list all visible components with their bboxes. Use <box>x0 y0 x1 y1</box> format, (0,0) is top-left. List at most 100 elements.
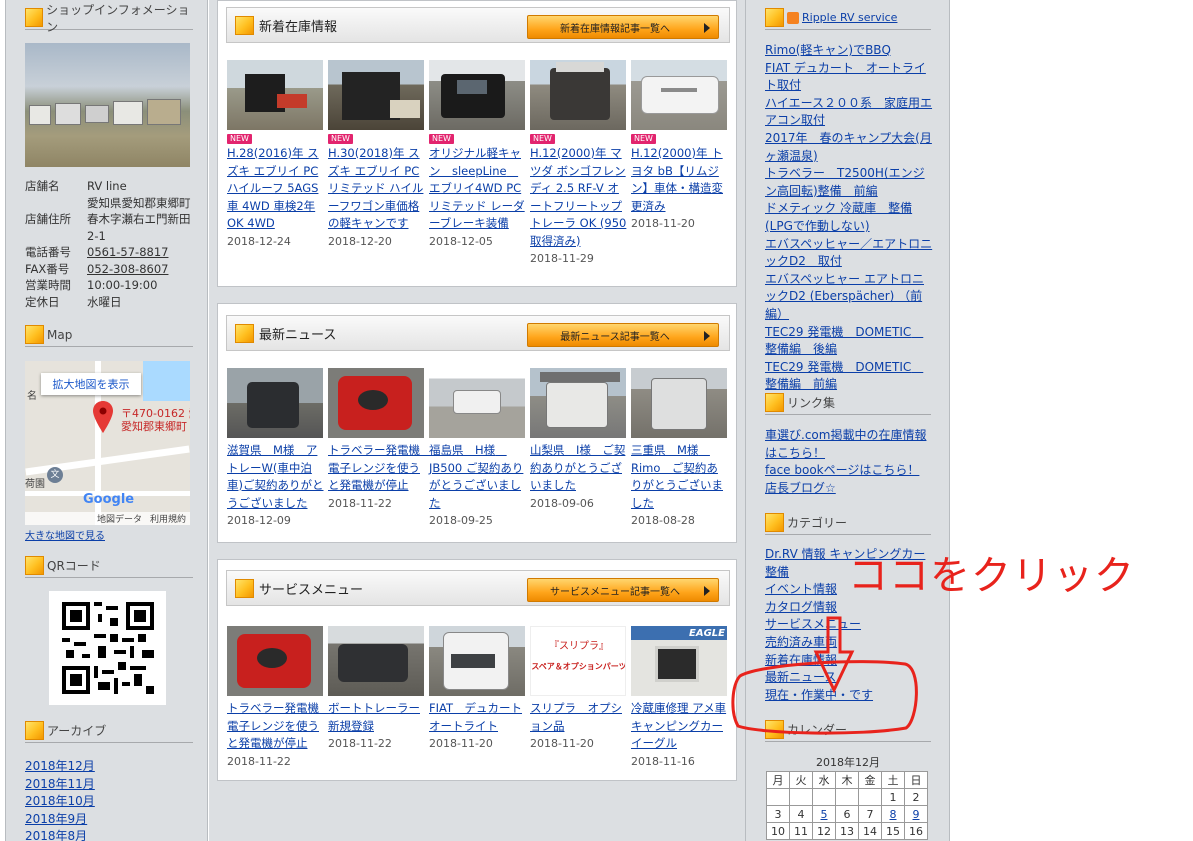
category-link[interactable]: カタログ情報 <box>765 599 933 617</box>
calendar-table: 月 火 水 木 金 土 日 1 2 3 4 5 6 7 8 9 10 11 12… <box>766 771 928 840</box>
calendar-month: 2018年12月 <box>816 756 880 769</box>
item-title-link[interactable]: 三重県 M様 Rimo ご契約ありがとうございました <box>631 442 728 512</box>
item-thumbnail[interactable] <box>530 60 626 130</box>
external-link[interactable]: face bookページはこちら！ <box>765 462 933 480</box>
item-thumbnail[interactable] <box>631 60 727 130</box>
item-thumbnail[interactable] <box>429 60 525 130</box>
rss-item-link[interactable]: エバスペッヒャー／エアトロニックD2 取付 <box>765 236 933 271</box>
external-link[interactable]: 店長ブログ☆ <box>765 480 933 498</box>
external-link[interactable]: 車選び.com掲載中の在庫情報はこちら！ <box>765 427 933 462</box>
item-title-link[interactable]: オリジナル軽キャン sleepLine エブリイ4WD PCリミテッド レーダー… <box>429 145 526 233</box>
rss-heading-link[interactable]: Ripple RV service <box>802 11 897 24</box>
links-heading: リンク集 <box>765 391 931 415</box>
fax-link[interactable]: 052-308-8607 <box>87 261 193 278</box>
item-date: 2018-09-25 <box>429 514 493 527</box>
map-address-line: 〒470-0162 愛 <box>121 407 190 420</box>
info-value: 水曜日 <box>87 294 122 309</box>
item-thumbnail[interactable] <box>429 626 525 696</box>
rss-item-link[interactable]: TEC29 発電機 DOMETIC 整備編 前編 <box>765 359 933 394</box>
archive-link[interactable]: 2018年9月 <box>25 811 95 829</box>
rss-item-link[interactable]: Rimo(軽キャン)でBBQ <box>765 42 933 60</box>
day-link[interactable]: 8 <box>881 805 905 823</box>
phone-link[interactable]: 0561-57-8817 <box>87 244 193 261</box>
new-stock-list-button[interactable]: 新着在庫情報記事一覧へ <box>527 15 719 39</box>
item-date: 2018-12-20 <box>328 234 392 248</box>
item-date: 2018-11-22 <box>328 496 392 510</box>
rss-item-link[interactable]: ハイエース２００系 家庭用エアコン取付 <box>765 95 933 130</box>
item-title-link[interactable]: H.30(2018)年 スズキ エブリイ PC リミテッド ハイルーフワゴン車価… <box>328 145 425 233</box>
item-thumbnail[interactable] <box>328 60 424 130</box>
item-title-link[interactable]: 山梨県 I様 ご契約ありがとうございました <box>530 442 627 495</box>
item-thumbnail[interactable] <box>631 368 727 438</box>
day-link[interactable]: 9 <box>904 805 928 823</box>
service-item: ボートトレーラー新規登録 2018-11-22 <box>328 626 429 768</box>
archive-link[interactable]: 2018年10月 <box>25 793 95 811</box>
item-title-link[interactable]: トラベラー発電機 電子レンジを使うと発電機が停止 <box>227 700 331 753</box>
item-thumbnail[interactable] <box>530 368 626 438</box>
weekday-cell: 土 <box>881 771 905 789</box>
item-thumbnail[interactable] <box>227 368 323 438</box>
item-title-link[interactable]: FIAT デュカート オートライト <box>429 700 526 735</box>
rss-item-link[interactable]: FIAT デュカート オートライト取付 <box>765 60 933 95</box>
item-date: 2018-08-28 <box>631 514 695 527</box>
item-date: 2018-11-29 <box>530 252 594 265</box>
item-title-link[interactable]: H.28(2016)年 スズキ エブリイ PC ハイルーフ 5AGS車 4WD … <box>227 145 324 233</box>
heading-bullet-icon <box>235 323 254 343</box>
item-title-link[interactable]: H.12(2000)年 マツダ ボンゴフレンディ 2.5 RF-V オートフリー… <box>530 145 627 250</box>
weekday-cell: 金 <box>858 771 882 789</box>
map-terms-link[interactable]: 利用規約 <box>150 512 186 525</box>
item-title-link[interactable]: 滋賀県 M様 アトレーW(車中泊車)ご契約ありがとうございました <box>227 442 324 512</box>
weekday-cell: 月 <box>766 771 790 789</box>
item-thumbnail[interactable]: 『スリプラ』 スペア＆オプションパーツ <box>530 626 626 696</box>
rss-item-link[interactable]: トラベラー T2500H(エンジン高回転)整備 前編 <box>765 165 933 200</box>
item-thumbnail[interactable] <box>227 60 323 130</box>
rss-item-link[interactable]: ドメティック 冷蔵庫 整備(LPGで作動しない) <box>765 200 933 235</box>
item-title-link[interactable]: トラベラー発電機 電子レンジを使うと発電機が停止 <box>328 442 432 495</box>
category-link[interactable]: サービスメニュー <box>765 616 933 634</box>
archive-link[interactable]: 2018年8月 <box>25 828 95 841</box>
stock-item: NEW H.12(2000)年 トヨタ bB【リムジン】車体・構造変更済み 20… <box>631 60 732 265</box>
item-thumbnail[interactable]: EAGLE <box>631 626 727 696</box>
rss-item-link[interactable]: TEC29 発電機 DOMETIC 整備編 後編 <box>765 324 933 359</box>
item-thumbnail[interactable] <box>328 626 424 696</box>
item-title-link[interactable]: スリプラ オプション品 <box>530 700 627 735</box>
heading-bullet-icon <box>765 720 784 739</box>
category-heading: カテゴリー <box>765 511 931 535</box>
phone-row: 電話番号 0561-57-8817 <box>25 244 193 261</box>
category-link-current-work[interactable]: 現在・作業中・です <box>765 687 933 705</box>
map-place-label: 名 <box>27 391 37 402</box>
archive-link[interactable]: 2018年11月 <box>25 776 95 794</box>
qr-heading-text: QRコード <box>47 559 101 573</box>
map-enlarge-button[interactable]: 拡大地図を表示 <box>41 373 141 395</box>
rss-item-link[interactable]: 2017年 春のキャンプ大会(月ヶ瀬温泉) <box>765 130 933 165</box>
weekday-cell: 水 <box>812 771 836 789</box>
item-title-link[interactable]: ボートトレーラー新規登録 <box>328 700 425 735</box>
item-title-link[interactable]: 福島県 H様 JB500 ご契約ありがとうございました <box>429 442 526 512</box>
item-date: 2018-11-20 <box>429 737 493 750</box>
map-address-label: 〒470-0162 愛 愛知郡東郷町 <box>121 407 190 433</box>
category-link[interactable]: 最新ニュース <box>765 669 933 687</box>
item-thumbnail[interactable] <box>429 368 525 438</box>
google-map[interactable]: 拡大地図を表示 名 荷園 〒470-0162 愛 愛知郡東郷町 文 Google… <box>25 361 190 525</box>
map-pin-icon <box>93 401 113 433</box>
item-title-link[interactable]: 冷蔵庫修理 アメ車 キャンピングカー イーグル <box>631 700 728 753</box>
category-link[interactable]: 新着在庫情報 <box>765 652 933 670</box>
panel-header: 新着在庫情報 新着在庫情報記事一覧へ <box>226 7 730 43</box>
category-link[interactable]: 売約済み車両 <box>765 634 933 652</box>
item-title-link[interactable]: H.12(2000)年 トヨタ bB【リムジン】車体・構造変更済み <box>631 145 728 215</box>
item-thumbnail[interactable] <box>328 368 424 438</box>
right-sidebar: Ripple RV service Rimo(軽キャン)でBBQ FIAT デュ… <box>745 0 950 841</box>
item-date: 2018-11-20 <box>631 217 695 230</box>
item-thumbnail[interactable] <box>227 626 323 696</box>
day-cell: 4 <box>789 805 813 823</box>
links-list: 車選び.com掲載中の在庫情報はこちら！ face bookページはこちら！ 店… <box>765 427 933 497</box>
archive-link[interactable]: 2018年12月 <box>25 758 95 776</box>
map-place-label: 荷園 <box>25 479 45 490</box>
day-cell: 2 <box>904 788 928 806</box>
latest-news-list-button[interactable]: 最新ニュース記事一覧へ <box>527 323 719 347</box>
rss-item-link[interactable]: エバスペッヒャー エアトロニックD2 (Eberspächer) （前編） <box>765 271 933 324</box>
item-row: トラベラー発電機 電子レンジを使うと発電機が停止 2018-11-22 ボートト… <box>227 626 732 768</box>
day-link[interactable]: 5 <box>812 805 836 823</box>
service-menu-list-button[interactable]: サービスメニュー記事一覧へ <box>527 578 719 602</box>
large-map-link[interactable]: 大きな地図で見る <box>25 527 105 542</box>
